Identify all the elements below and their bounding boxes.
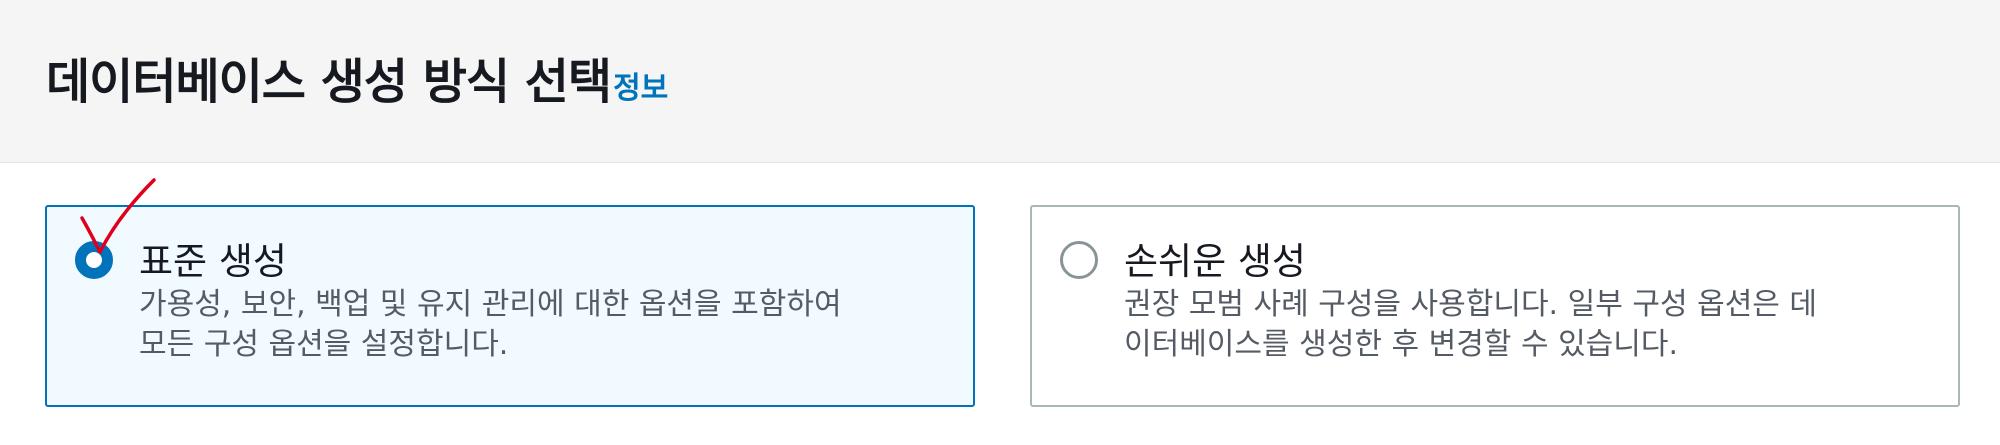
section-header: 데이터베이스 생성 방식 선택 정보	[0, 0, 2000, 163]
option-card-easy[interactable]: 손쉬운 생성 권장 모범 사례 구성을 사용합니다. 일부 구성 옵션은 데 이…	[1030, 205, 1960, 407]
radio-easy[interactable]	[1060, 241, 1098, 279]
option-card-standard[interactable]: 표준 생성 가용성, 보안, 백업 및 유지 관리에 대한 옵션을 포함하여 모…	[45, 205, 975, 407]
info-link[interactable]: 정보	[613, 63, 668, 107]
option-label: 손쉬운 생성	[1124, 240, 1306, 283]
option-description: 가용성, 보안, 백업 및 유지 관리에 대한 옵션을 포함하여 모든 구성 옵…	[139, 287, 842, 362]
option-label: 표준 생성	[139, 240, 287, 283]
option-description: 권장 모범 사례 구성을 사용합니다. 일부 구성 옵션은 데 이터베이스를 생…	[1124, 287, 1818, 362]
radio-standard[interactable]	[75, 241, 113, 279]
title-wrap: 데이터베이스 생성 방식 선택 정보	[46, 42, 668, 112]
page-title: 데이터베이스 생성 방식 선택	[46, 54, 612, 110]
